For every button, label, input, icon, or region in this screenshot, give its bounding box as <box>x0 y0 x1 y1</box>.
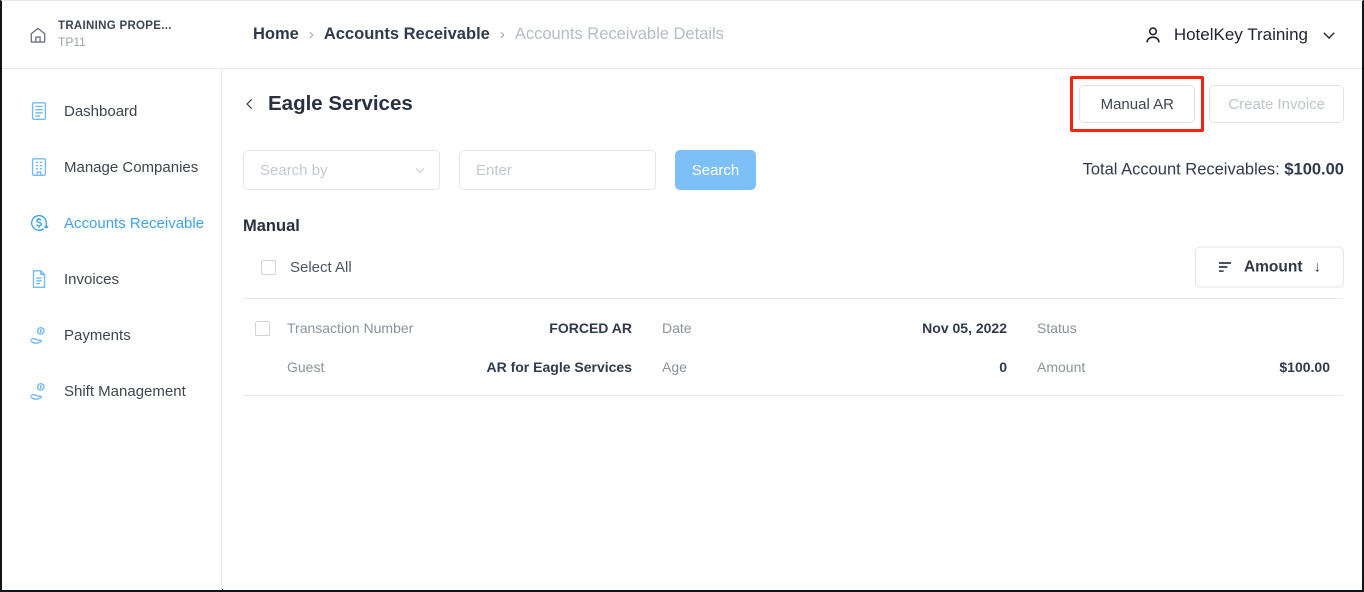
sidebar: Dashboard Manage Companies Accounts Rece… <box>2 69 222 590</box>
home-icon <box>28 25 48 45</box>
dashboard-icon <box>28 100 50 122</box>
breadcrumb-item-current: Accounts Receivable Details <box>514 25 724 43</box>
table-row-line-2: Guest AR for Eagle Services Age 0 Amount… <box>243 347 1342 395</box>
field-label: Date <box>662 320 692 336</box>
sidebar-item-label: Manage Companies <box>64 158 199 176</box>
search-by-select[interactable]: Search by <box>243 150 440 190</box>
manual-section-title: Manual <box>243 217 300 235</box>
sidebar-item-label: Accounts Receivable <box>64 214 205 232</box>
search-by-placeholder: Search by <box>260 161 328 179</box>
table-row[interactable]: Transaction Number FORCED AR Date Nov 05… <box>243 299 1342 395</box>
field-value: $100.00 <box>1279 359 1330 375</box>
field-status: Status <box>1037 320 1342 336</box>
chevron-down-icon <box>413 163 427 177</box>
total-account-receivables: Total Account Receivables: $100.00 <box>1083 161 1344 180</box>
total-amount: $100.00 <box>1284 160 1344 179</box>
sidebar-item-label: Payments <box>64 326 131 344</box>
manual-ar-button[interactable]: Manual AR <box>1079 85 1196 123</box>
search-input[interactable] <box>459 150 656 190</box>
chevron-down-icon <box>1320 26 1338 44</box>
sort-icon <box>1218 261 1233 274</box>
sidebar-item-payments[interactable]: Payments <box>2 307 221 363</box>
page-title: Eagle Services <box>268 92 413 115</box>
field-label: Amount <box>1037 359 1086 375</box>
dollar-circle-icon <box>28 212 50 234</box>
sidebar-item-label: Dashboard <box>64 102 138 120</box>
sidebar-item-accounts-receivable[interactable]: Accounts Receivable <box>2 195 221 251</box>
row-checkbox-cell <box>243 320 287 336</box>
breadcrumb: Home › Accounts Receivable › Accounts Re… <box>253 25 724 44</box>
field-value: AR for Eagle Services <box>486 359 632 375</box>
user-menu[interactable]: HotelKey Training <box>1142 1 1338 69</box>
field-label: Transaction Number <box>287 320 414 336</box>
select-all-label: Select All <box>290 258 352 276</box>
sidebar-item-dashboard[interactable]: Dashboard <box>2 83 221 139</box>
top-bar: TRAINING PROPE... TP11 Home › Accounts R… <box>2 1 1362 69</box>
field-label: Age <box>662 359 687 375</box>
user-name: HotelKey Training <box>1173 25 1308 44</box>
field-amount: Amount $100.00 <box>1037 359 1342 375</box>
field-value: FORCED AR <box>549 320 632 336</box>
manual-ar-wrapper: Manual AR <box>1070 76 1205 132</box>
sidebar-item-shift-management[interactable]: Shift Management <box>2 363 221 419</box>
sidebar-item-label: Invoices <box>64 270 120 288</box>
create-invoice-button[interactable]: Create Invoice <box>1209 85 1344 123</box>
property-name: TRAINING PROPE... <box>58 19 172 32</box>
breadcrumb-item-home[interactable]: Home <box>253 25 299 44</box>
property-code: TP11 <box>58 35 86 50</box>
hand-coin-icon <box>28 324 50 346</box>
page-actions: Manual AR Create Invoice <box>1070 76 1344 132</box>
field-transaction-number: Transaction Number FORCED AR <box>287 320 662 336</box>
sort-amount-button[interactable]: Amount ↓ <box>1194 246 1344 288</box>
chevron-left-icon[interactable] <box>243 94 257 114</box>
field-guest: Guest AR for Eagle Services <box>287 359 662 375</box>
field-label: Guest <box>287 359 325 375</box>
hand-coin-icon <box>28 380 50 402</box>
user-icon <box>1142 24 1164 46</box>
search-button[interactable]: Search <box>675 150 756 190</box>
field-label: Status <box>1037 320 1077 336</box>
breadcrumb-item-accounts-receivable[interactable]: Accounts Receivable <box>324 25 490 44</box>
field-value: Nov 05, 2022 <box>922 320 1007 336</box>
sidebar-item-label: Shift Management <box>64 382 186 400</box>
field-value: 0 <box>999 359 1007 375</box>
breadcrumb-separator: › <box>308 26 314 43</box>
total-label: Total Account Receivables: <box>1082 160 1285 179</box>
breadcrumb-separator: › <box>499 26 505 43</box>
app-window: TRAINING PROPE... TP11 Home › Accounts R… <box>0 0 1364 592</box>
table-row-line-1: Transaction Number FORCED AR Date Nov 05… <box>243 299 1342 347</box>
select-all-row: Select All Amount ↓ <box>223 236 1362 298</box>
search-bar: Search by Search Total Account Receivabl… <box>223 139 1362 201</box>
row-checkbox[interactable] <box>255 320 270 336</box>
field-value <box>1222 320 1342 336</box>
main-content: Eagle Services Manual AR Create Invoice … <box>223 69 1362 590</box>
manual-ar-table: Transaction Number FORCED AR Date Nov 05… <box>243 298 1342 396</box>
sidebar-item-invoices[interactable]: Invoices <box>2 251 221 307</box>
building-icon <box>28 156 50 178</box>
select-all-checkbox[interactable] <box>261 259 276 275</box>
field-age: Age 0 <box>662 359 1037 375</box>
sort-label: Amount <box>1243 258 1303 275</box>
property-selector[interactable]: TRAINING PROPE... TP11 <box>2 1 222 69</box>
sort-direction-arrow: ↓ <box>1313 258 1322 276</box>
field-date: Date Nov 05, 2022 <box>662 320 1037 336</box>
document-icon <box>28 268 50 290</box>
page-header: Eagle Services Manual AR Create Invoice <box>223 69 1362 139</box>
sidebar-item-manage-companies[interactable]: Manage Companies <box>2 139 221 195</box>
property-text: TRAINING PROPE... TP11 <box>58 19 172 50</box>
